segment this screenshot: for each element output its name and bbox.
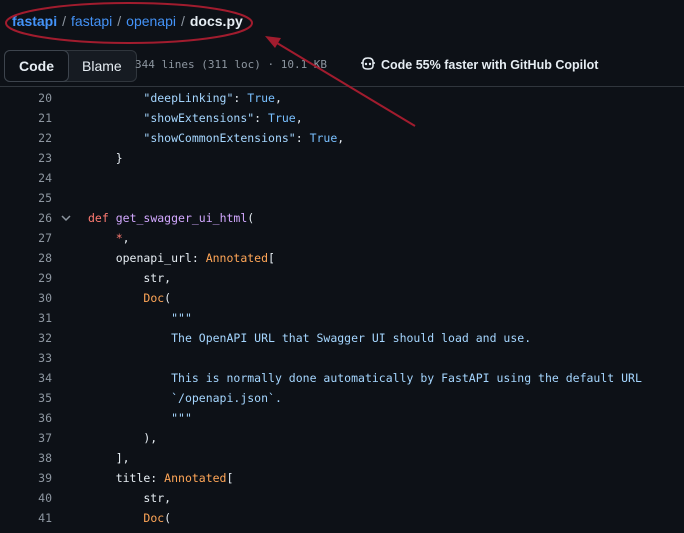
line-number[interactable]: 33 bbox=[0, 348, 52, 368]
code-tab[interactable]: Code bbox=[4, 50, 69, 82]
code-line: 25 bbox=[0, 188, 684, 208]
line-number[interactable]: 25 bbox=[0, 188, 52, 208]
code-text: """ bbox=[171, 411, 192, 425]
code-text: ), bbox=[88, 431, 158, 445]
top-bar: fastapi / fastapi / openapi / docs.py bbox=[0, 0, 684, 44]
line-number[interactable]: 27 bbox=[0, 228, 52, 248]
code-line: 37 ), bbox=[0, 428, 684, 448]
copilot-text: Code 55% faster with GitHub Copilot bbox=[381, 57, 599, 72]
breadcrumb-repo[interactable]: fastapi bbox=[71, 13, 112, 29]
breadcrumb-separator: / bbox=[180, 13, 185, 29]
line-number[interactable]: 37 bbox=[0, 428, 52, 448]
code-line: 27 *, bbox=[0, 228, 684, 248]
line-number[interactable]: 20 bbox=[0, 88, 52, 108]
code-line: 28 openapi_url: Annotated[ bbox=[0, 248, 684, 268]
code-line: 20 "deepLinking": True, bbox=[0, 88, 684, 108]
code-text: str, bbox=[88, 491, 172, 505]
code-line: 21 "showExtensions": True, bbox=[0, 108, 684, 128]
code-text: str, bbox=[88, 271, 172, 285]
line-number[interactable]: 41 bbox=[0, 508, 52, 528]
code-text: } bbox=[88, 151, 123, 165]
code-line: 36 """ bbox=[0, 408, 684, 428]
code-line: 41 Doc( bbox=[0, 508, 684, 528]
code-text: "deepLinking": True, bbox=[143, 91, 282, 105]
code-text: ], bbox=[88, 451, 130, 465]
line-number[interactable]: 39 bbox=[0, 468, 52, 488]
line-number[interactable]: 22 bbox=[0, 128, 52, 148]
line-number[interactable]: 38 bbox=[0, 448, 52, 468]
breadcrumb-file: docs.py bbox=[189, 13, 243, 29]
breadcrumb-owner[interactable]: fastapi bbox=[12, 13, 57, 29]
line-number[interactable]: 36 bbox=[0, 408, 52, 428]
code-text: """ bbox=[171, 311, 192, 325]
code-line: 34 This is normally done automatically b… bbox=[0, 368, 684, 388]
line-number[interactable]: 21 bbox=[0, 108, 52, 128]
code-line: 30 Doc( bbox=[0, 288, 684, 308]
breadcrumb: fastapi / fastapi / openapi / docs.py bbox=[12, 12, 243, 30]
code-line: 38 ], bbox=[0, 448, 684, 468]
code-line: 39 title: Annotated[ bbox=[0, 468, 684, 488]
code-line: 22 "showCommonExtensions": True, bbox=[0, 128, 684, 148]
copilot-icon bbox=[360, 56, 376, 73]
code-text: def get_swagger_ui_html( bbox=[88, 211, 255, 225]
view-toggle: Code Blame bbox=[4, 50, 137, 82]
line-number[interactable]: 34 bbox=[0, 368, 52, 388]
code-view: 20 "deepLinking": True, 21 "showExtension… bbox=[0, 88, 684, 528]
line-number[interactable]: 32 bbox=[0, 328, 52, 348]
breadcrumb-separator: / bbox=[62, 13, 67, 29]
line-number[interactable]: 35 bbox=[0, 388, 52, 408]
code-text: title: Annotated[ bbox=[88, 471, 234, 485]
line-number[interactable]: 30 bbox=[0, 288, 52, 308]
code-text: Doc( bbox=[143, 511, 172, 525]
copilot-promo[interactable]: Code 55% faster with GitHub Copilot bbox=[360, 56, 598, 73]
chevron-down-icon[interactable] bbox=[60, 208, 74, 228]
code-text: "showExtensions": True, bbox=[143, 111, 303, 125]
blame-tab[interactable]: Blame bbox=[68, 51, 136, 81]
line-number[interactable]: 28 bbox=[0, 248, 52, 268]
code-line: 24 bbox=[0, 168, 684, 188]
code-text: This is normally done automatically by F… bbox=[171, 371, 642, 385]
code-line: 31 """ bbox=[0, 308, 684, 328]
breadcrumb-folder[interactable]: openapi bbox=[126, 13, 176, 29]
code-line: 26 def get_swagger_ui_html( bbox=[0, 208, 684, 228]
breadcrumb-separator: / bbox=[117, 13, 122, 29]
file-meta: 344 lines (311 loc) · 10.1 KB bbox=[135, 58, 328, 71]
code-text: *, bbox=[115, 231, 130, 245]
code-line: 35 `/openapi.json`. bbox=[0, 388, 684, 408]
code-text: `/openapi.json`. bbox=[171, 391, 282, 405]
line-number[interactable]: 40 bbox=[0, 488, 52, 508]
code-line: 29 str, bbox=[0, 268, 684, 288]
code-text: Doc( bbox=[143, 291, 172, 305]
code-line: 32 The OpenAPI URL that Swagger UI shoul… bbox=[0, 328, 684, 348]
code-text: "showCommonExtensions": True, bbox=[143, 131, 345, 145]
line-number[interactable]: 29 bbox=[0, 268, 52, 288]
line-number[interactable]: 26 bbox=[0, 208, 52, 228]
code-line: 23 } bbox=[0, 148, 684, 168]
code-text: openapi_url: Annotated[ bbox=[88, 251, 275, 265]
line-number[interactable]: 23 bbox=[0, 148, 52, 168]
code-line: 33 bbox=[0, 348, 684, 368]
code-text: The OpenAPI URL that Swagger UI should l… bbox=[171, 331, 532, 345]
line-number[interactable]: 31 bbox=[0, 308, 52, 328]
code-line: 40 str, bbox=[0, 488, 684, 508]
line-number[interactable]: 24 bbox=[0, 168, 52, 188]
